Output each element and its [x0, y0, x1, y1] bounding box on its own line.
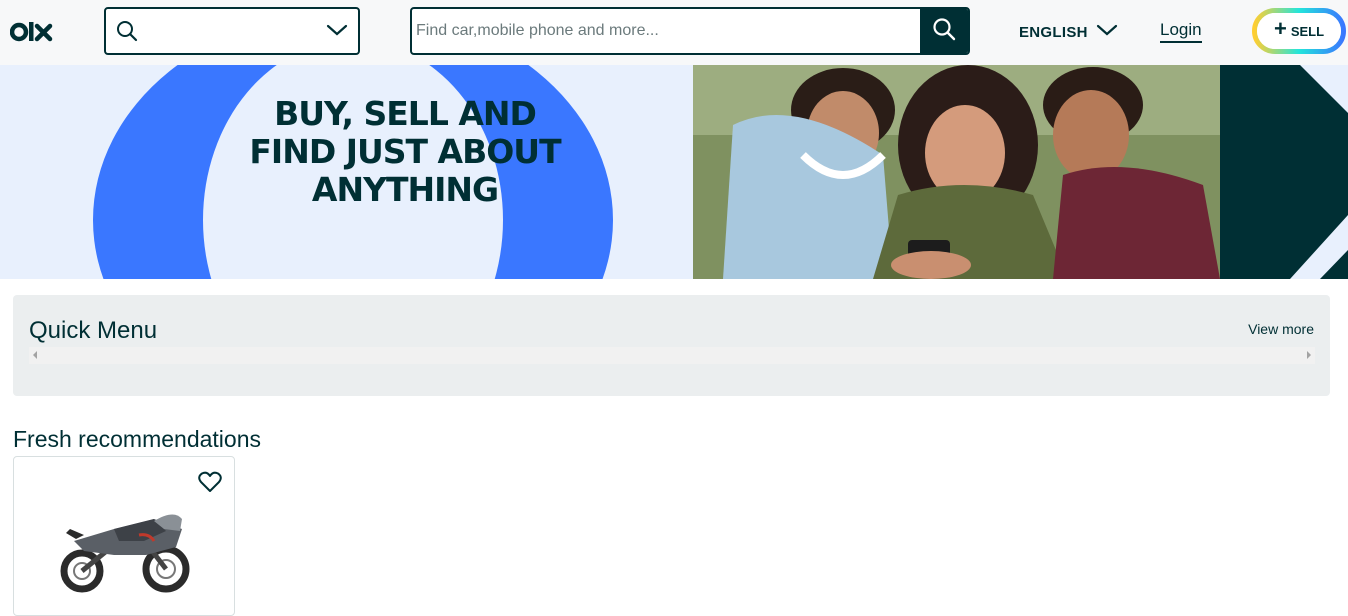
language-selector[interactable]: ENGLISH — [1019, 21, 1118, 43]
olx-logo[interactable] — [9, 17, 56, 47]
banner-photo — [693, 65, 1220, 279]
banner-dark-panel — [1220, 65, 1348, 279]
location-selector[interactable] — [104, 7, 360, 55]
olx-logo-icon — [9, 22, 53, 42]
search-icon — [932, 17, 956, 46]
banner-line-3: ANYTHING — [311, 170, 499, 209]
sell-button-inner: + SELL — [1257, 13, 1341, 49]
quick-menu-title: Quick Menu — [29, 317, 158, 344]
login-link[interactable]: Login — [1160, 20, 1202, 43]
hero-banner[interactable]: BUY, SELL AND FIND JUST ABOUT ANYTHING — [0, 65, 1348, 279]
top-header: ENGLISH Login + SELL — [0, 0, 1348, 65]
banner-decoration — [1290, 65, 1348, 279]
search-bar — [410, 7, 970, 55]
listing-card[interactable] — [13, 456, 235, 616]
sell-label: SELL — [1290, 23, 1325, 39]
motorcycle-image — [54, 489, 194, 604]
chevron-down-icon — [326, 22, 348, 43]
view-more-link[interactable]: View more — [1248, 321, 1314, 337]
scroll-right-arrow-icon[interactable] — [1307, 351, 1311, 359]
scroll-left-arrow-icon[interactable] — [33, 351, 37, 359]
language-label: ENGLISH — [1019, 23, 1088, 41]
search-button[interactable] — [920, 9, 968, 53]
fresh-recommendations-title: Fresh recommendations — [13, 426, 261, 452]
banner-headline: BUY, SELL AND FIND JUST ABOUT ANYTHING — [240, 95, 570, 209]
search-input[interactable] — [416, 9, 921, 53]
chevron-down-icon — [1096, 23, 1118, 41]
quick-menu-scrollbar[interactable] — [29, 347, 1315, 364]
banner-photo-people — [693, 65, 1220, 279]
heart-icon[interactable] — [198, 471, 222, 498]
quick-menu: Quick Menu View more — [13, 295, 1330, 396]
banner-line-1: BUY, SELL AND — [274, 94, 537, 133]
search-icon — [116, 20, 138, 47]
banner-line-2: FIND JUST ABOUT — [249, 132, 561, 171]
sell-button[interactable]: + SELL — [1252, 8, 1346, 54]
plus-icon: + — [1273, 16, 1287, 41]
